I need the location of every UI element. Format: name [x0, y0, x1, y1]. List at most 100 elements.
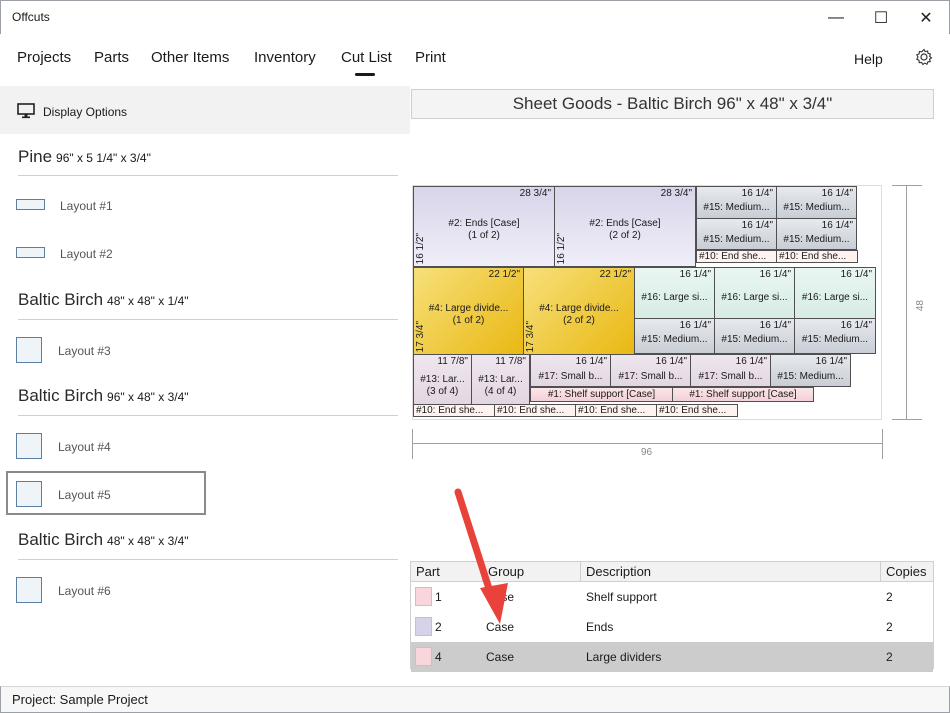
height-dim-tick-top: [892, 185, 922, 186]
part-name: #10: End she...: [578, 405, 646, 416]
menu-cut-list[interactable]: Cut List: [341, 49, 392, 66]
minimize-button[interactable]: —: [813, 1, 859, 34]
cell-copies: 2: [886, 620, 893, 634]
gear-icon[interactable]: [915, 48, 935, 68]
cell-description: Large dividers: [586, 650, 662, 664]
part-name: #15: Medium...: [801, 334, 869, 345]
col-header-group[interactable]: Group: [483, 562, 581, 582]
part-piece[interactable]: #10: End she...: [494, 404, 576, 417]
part-piece[interactable]: #10: End she...: [656, 404, 738, 417]
part-name: #15: Medium...: [783, 202, 850, 213]
part-piece[interactable]: 16 1/4" #16: Large si...: [714, 267, 795, 319]
sheet-group-header: Baltic Birch 48" x 48" x 3/4": [18, 530, 189, 550]
part-name: #10: End she...: [779, 251, 847, 262]
part-piece[interactable]: 11 7/8" #13: Lar... (4 of 4): [471, 354, 530, 405]
part-name: #13: Lar...: [420, 374, 465, 385]
part-piece[interactable]: #10: End she...: [776, 250, 858, 263]
part-name: #13: Lar...: [478, 374, 523, 385]
part-width: 16 1/4": [759, 269, 791, 280]
col-header-part[interactable]: Part: [411, 562, 483, 582]
display-options-button[interactable]: Display Options: [0, 86, 410, 134]
cell-part: 4: [435, 650, 442, 664]
part-piece[interactable]: 16 1/4" #16: Large si...: [794, 267, 876, 319]
part-name: #15: Medium...: [777, 371, 844, 382]
cell-copies: 2: [886, 650, 893, 664]
layout-item-6[interactable]: Layout #6: [6, 569, 206, 613]
col-header-copies[interactable]: Copies: [881, 562, 933, 582]
height-dim-label: 48: [915, 300, 926, 312]
part-piece[interactable]: 28 3/4" #2: Ends [Case] (1 of 2) 16 1/2": [413, 186, 555, 267]
part-piece[interactable]: #1: Shelf support [Case]: [530, 387, 673, 402]
part-piece[interactable]: 16 1/4" #15: Medium...: [696, 186, 777, 219]
part-piece[interactable]: 16 1/4" #17: Small b...: [690, 354, 771, 387]
part-piece[interactable]: 16 1/4" #15: Medium...: [776, 218, 857, 250]
table-row[interactable]: 1 Case Shelf support 2: [411, 582, 933, 612]
part-width: 28 3/4": [519, 188, 551, 199]
part-piece[interactable]: 11 7/8" #13: Lar... (3 of 4): [413, 354, 472, 405]
part-width: 16 1/4": [759, 320, 791, 331]
table-row[interactable]: 2 Case Ends 2: [411, 612, 933, 642]
part-piece[interactable]: 28 3/4" #2: Ends [Case] (2 of 2) 16 1/2": [554, 186, 696, 267]
layout-label: Layout #4: [58, 440, 111, 454]
part-piece[interactable]: #1: Shelf support [Case]: [672, 387, 814, 402]
title-bar: Offcuts — ☐ ✕: [0, 0, 950, 34]
part-name: #10: End she...: [659, 405, 727, 416]
part-piece[interactable]: 16 1/4" #15: Medium...: [714, 318, 795, 354]
part-piece[interactable]: 16 1/4" #16: Large si...: [634, 267, 715, 319]
part-piece[interactable]: 16 1/4" #17: Small b...: [610, 354, 691, 387]
part-piece[interactable]: 16 1/4" #15: Medium...: [770, 354, 851, 387]
part-piece[interactable]: 16 1/4" #17: Small b...: [530, 354, 611, 387]
width-dim-line: [412, 443, 883, 444]
part-width: 16 1/4": [840, 269, 872, 280]
menu-print[interactable]: Print: [415, 49, 446, 66]
minimize-icon: —: [828, 8, 844, 26]
layout-item-3[interactable]: Layout #3: [6, 329, 206, 373]
part-piece[interactable]: 16 1/4" #15: Medium...: [634, 318, 715, 354]
width-dim-tick-right: [882, 429, 883, 459]
menu-parts[interactable]: Parts: [94, 49, 129, 66]
col-header-description[interactable]: Description: [581, 562, 881, 582]
sheet-group-header: Baltic Birch 96" x 48" x 3/4": [18, 386, 189, 406]
part-name: #15: Medium...: [703, 234, 770, 245]
divider: [18, 559, 398, 560]
material-name: Baltic Birch: [18, 386, 104, 405]
layout-thumbnail: [16, 481, 42, 507]
color-swatch: [415, 617, 432, 636]
part-name: #17: Small b...: [698, 371, 763, 382]
part-width: 16 1/4": [741, 220, 773, 231]
part-piece[interactable]: 22 1/2" #4: Large divide... (2 of 2) 17 …: [523, 267, 635, 355]
part-piece[interactable]: 16 1/4" #15: Medium...: [794, 318, 876, 354]
menu-inventory[interactable]: Inventory: [254, 49, 316, 66]
part-piece[interactable]: 22 1/2" #4: Large divide... (1 of 2) 17 …: [413, 267, 524, 355]
display-options-label: Display Options: [43, 105, 128, 119]
layout-item-5[interactable]: Layout #5: [6, 471, 206, 515]
table-row-selected[interactable]: 4 Case Large dividers 2: [411, 642, 933, 672]
layout-item-1[interactable]: Layout #1: [6, 184, 206, 228]
menu-help[interactable]: Help: [854, 51, 883, 67]
part-name: #1: Shelf support [Case]: [547, 389, 656, 400]
part-copy: (1 of 2): [452, 315, 485, 326]
part-width: 22 1/2": [488, 269, 520, 280]
material-name: Baltic Birch: [18, 530, 104, 549]
width-dim-tick-left: [412, 429, 413, 459]
part-piece[interactable]: #10: End she...: [413, 404, 495, 417]
part-piece[interactable]: #10: End she...: [575, 404, 657, 417]
cell-part: 2: [435, 620, 442, 634]
layout-item-4[interactable]: Layout #4: [6, 425, 206, 469]
menu-projects[interactable]: Projects: [17, 49, 71, 66]
part-copy: (1 of 2): [468, 230, 500, 241]
part-piece[interactable]: #10: End she...: [696, 250, 777, 263]
material-name: Pine: [18, 147, 53, 166]
part-width: 16 1/4": [735, 356, 767, 367]
menu-other-items[interactable]: Other Items: [151, 49, 229, 66]
part-copy: (3 of 4): [426, 386, 459, 397]
maximize-icon: ☐: [873, 9, 889, 27]
layout-item-2[interactable]: Layout #2: [6, 232, 206, 276]
layout-thumbnail: [16, 337, 42, 363]
part-piece[interactable]: 16 1/4" #15: Medium...: [776, 186, 857, 219]
close-button[interactable]: ✕: [903, 1, 949, 34]
layout-label: Layout #3: [58, 344, 111, 358]
maximize-button[interactable]: ☐: [858, 1, 904, 34]
sheet-board: 28 3/4" #2: Ends [Case] (1 of 2) 16 1/2"…: [412, 185, 882, 420]
part-piece[interactable]: 16 1/4" #15: Medium...: [696, 218, 777, 250]
